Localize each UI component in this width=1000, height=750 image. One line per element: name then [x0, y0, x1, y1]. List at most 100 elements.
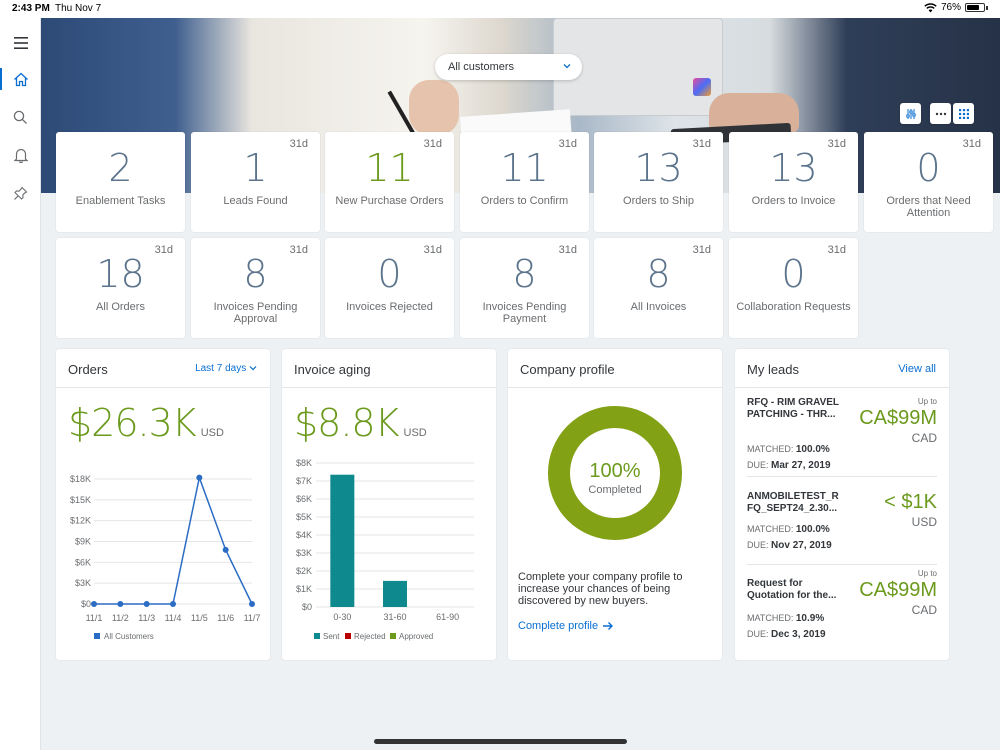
sidebar-item-home[interactable] [0, 64, 41, 94]
tile-orders-to-ship[interactable]: 31d 13 Orders to Ship [594, 132, 723, 232]
sidebar [0, 18, 41, 750]
bell-icon [13, 148, 28, 163]
tile-orders-need-attention[interactable]: 31d 0 Orders that Need Attention [864, 132, 993, 232]
grid-icon [958, 108, 969, 119]
tile-new-purchase-orders[interactable]: 31d 11 New Purchase Orders [325, 132, 454, 232]
hamburger-icon [13, 37, 28, 49]
dots-icon [935, 112, 946, 115]
tile-value: 8 [646, 252, 671, 296]
lead-item[interactable]: ANMOBILETEST_R FQ_SEPT24_2.30... MATCHED… [747, 491, 937, 573]
data-point [170, 601, 176, 607]
tile-value: 0 [377, 252, 402, 296]
x-tick-label: 11/1 [86, 613, 103, 623]
legend-label: All Customers [104, 632, 154, 641]
home-indicator[interactable] [374, 739, 627, 744]
profile-description: Complete your company profile to increas… [518, 571, 683, 607]
tile-orders-to-invoice[interactable]: 31d 13 Orders to Invoice [729, 132, 858, 232]
lead-due-label: DUE: [747, 460, 769, 470]
orders-range-select[interactable]: Last 7 days [195, 363, 257, 374]
tile-value: 11 [365, 146, 414, 190]
card-header: My leads View all [735, 349, 949, 388]
y-tick-label: $8K [296, 458, 312, 468]
legend-label: Sent [323, 632, 340, 641]
customer-filter-select[interactable]: All customers [435, 54, 582, 80]
tile-invoices-pending-approval[interactable]: 31d 8 Invoices Pending Approval [191, 238, 320, 338]
lead-matched: MATCHED: 100.0% [747, 444, 830, 455]
battery-nub [986, 5, 988, 10]
data-point [117, 601, 124, 607]
card-title: My leads [747, 362, 800, 377]
data-point [91, 601, 97, 607]
search-icon [13, 110, 27, 124]
lead-matched-label: MATCHED: [747, 613, 794, 623]
lead-matched-label: MATCHED: [747, 524, 794, 534]
chevron-down-icon [249, 366, 257, 371]
wifi-icon [924, 2, 937, 12]
divider [747, 476, 937, 477]
data-point [196, 474, 203, 481]
sidebar-item-search[interactable] [0, 102, 41, 132]
sidebar-item-notifications[interactable] [0, 140, 41, 170]
lead-amount: CA$99M [859, 407, 937, 429]
sidebar-item-pins[interactable] [0, 178, 41, 208]
my-leads-card[interactable]: My leads View all RFQ - RIM GRAVEL PATCH… [735, 349, 949, 660]
lead-upto: Up to [917, 397, 937, 406]
tile-enablement-tasks[interactable]: 2 Enablement Tasks [56, 132, 185, 232]
y-tick-label: $0 [302, 602, 312, 612]
tile-label: Orders to Ship [623, 195, 694, 207]
y-tick-label: $2K [296, 566, 312, 576]
lead-matched-label: MATCHED: [747, 444, 794, 454]
tile-all-invoices[interactable]: 31d 8 All Invoices [594, 238, 723, 338]
lead-item[interactable]: Request for Quotation for the... MATCHED… [747, 569, 937, 653]
invoice-aging-total: $8.8K USD [294, 401, 427, 445]
complete-profile-label: Complete profile [518, 620, 599, 632]
invoice-aging-card[interactable]: Invoice aging $8.8K USD $0 $1K $2K $3K $4K $5… [282, 349, 496, 660]
x-tick-label: 11/5 [191, 613, 208, 623]
home-icon [13, 72, 28, 86]
x-tick-label: 11/6 [217, 613, 234, 623]
list-view-button[interactable] [930, 103, 951, 124]
filter-settings-button[interactable] [900, 103, 921, 124]
lead-item[interactable]: RFQ - RIM GRAVEL PATCHING - THR... MATCH… [747, 397, 937, 479]
lead-currency: CAD [911, 603, 937, 617]
tile-value: 0 [781, 252, 806, 296]
battery-percent: 76% [940, 2, 961, 13]
tile-label: Collaboration Requests [736, 301, 851, 313]
grid-view-button[interactable] [953, 103, 974, 124]
divider [747, 564, 937, 565]
legend-label: Rejected [354, 632, 386, 641]
tile-all-orders[interactable]: 31d 18 All Orders [56, 238, 185, 338]
battery-icon [965, 3, 985, 12]
donut-percent: 100% [589, 460, 640, 482]
y-tick-label: $6K [75, 557, 91, 567]
view-all-link[interactable]: View all [898, 363, 936, 375]
tile-value: 13 [769, 146, 818, 190]
y-tick-label: $3K [75, 578, 91, 588]
card-header: Orders Last 7 days [56, 349, 270, 388]
lead-matched-value: 100.0% [795, 444, 830, 455]
tile-invoices-rejected[interactable]: 31d 0 Invoices Rejected [325, 238, 454, 338]
tile-collaboration-requests[interactable]: 31d 0 Collaboration Requests [729, 238, 858, 338]
orders-total: $26.3K USD [68, 401, 224, 445]
data-point [143, 601, 150, 607]
tile-orders-to-confirm[interactable]: 31d 11 Orders to Confirm [460, 132, 589, 232]
tile-value: 13 [634, 146, 683, 190]
y-tick-label: $9K [75, 537, 91, 547]
complete-profile-link[interactable]: Complete profile [518, 620, 614, 632]
kpi-unit: USD [403, 427, 427, 439]
menu-button[interactable] [0, 28, 41, 58]
lead-matched: MATCHED: 10.9% [747, 613, 824, 624]
lead-title: ANMOBILETEST_R FQ_SEPT24_2.30... [747, 491, 839, 514]
tile-invoices-pending-payment[interactable]: 31d 8 Invoices Pending Payment [460, 238, 589, 338]
series-line [94, 474, 253, 605]
kpi-value: $26.3K [68, 401, 197, 445]
tile-label: Orders to Invoice [751, 195, 836, 207]
tile-leads-found[interactable]: 31d 1 Leads Found [191, 132, 320, 232]
x-tick-label: 11/7 [244, 613, 261, 623]
card-title: Invoice aging [294, 362, 371, 377]
orders-card[interactable]: Orders Last 7 days $26.3K USD $0 $3K $6K $9… [56, 349, 270, 660]
tile-value: 2 [108, 146, 133, 190]
profile-completion-donut: 100% Completed [548, 406, 682, 540]
chevron-down-icon [563, 64, 571, 69]
company-profile-card[interactable]: Company profile 100% Completed Complete … [508, 349, 722, 660]
